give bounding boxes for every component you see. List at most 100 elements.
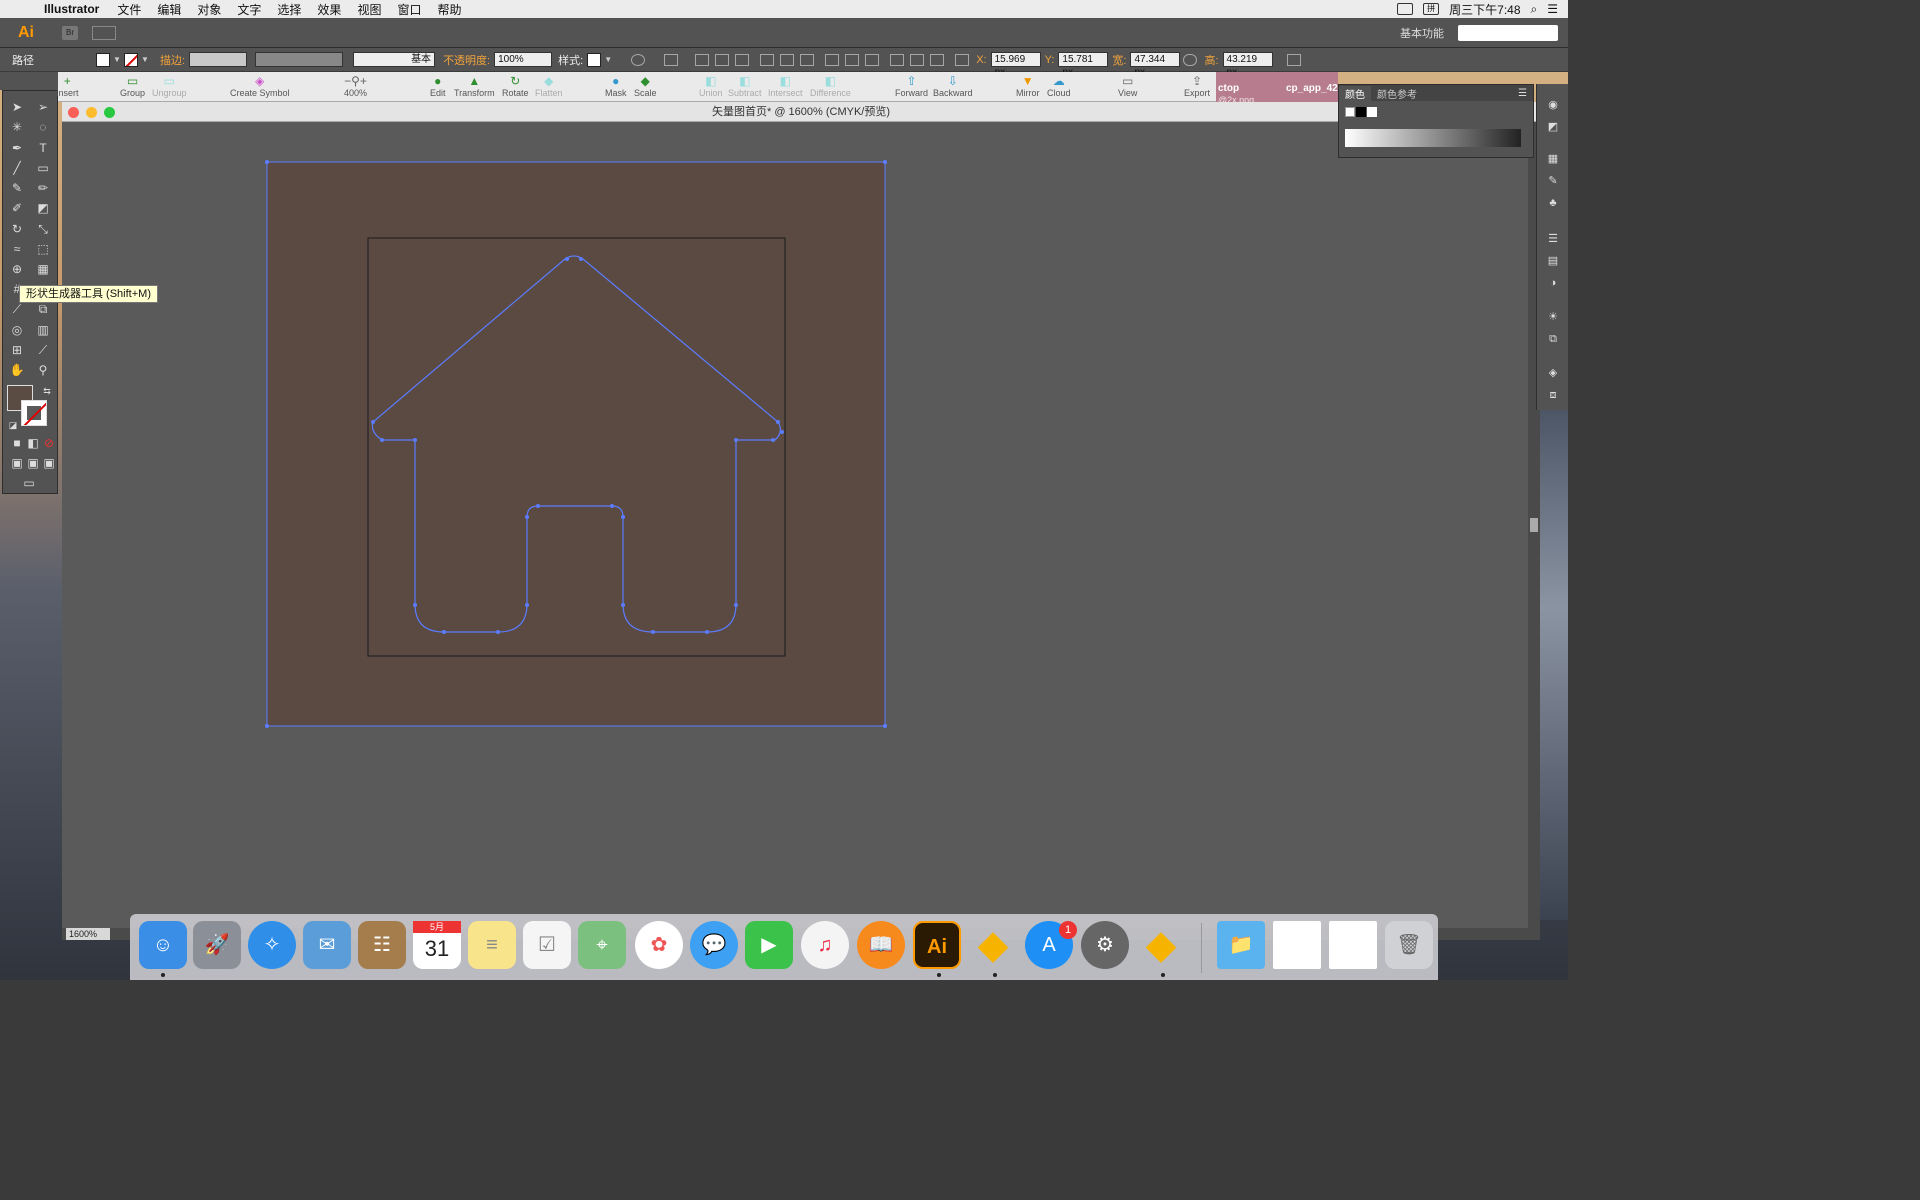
doc-tab-1[interactable]: ctop <box>1218 83 1239 94</box>
constrain-proportions-icon[interactable] <box>1183 53 1198 66</box>
maps-icon[interactable]: ⌖ <box>578 921 626 969</box>
close-window-icon[interactable] <box>68 107 79 118</box>
line-tool-icon[interactable]: ╱ <box>9 160 25 176</box>
rotate-tool-icon[interactable]: ↻ <box>9 221 25 237</box>
artboard-background-shape[interactable] <box>266 161 886 727</box>
perspective-grid-tool-icon[interactable]: ▦ <box>35 261 51 277</box>
arrange-documents-button[interactable] <box>92 25 116 40</box>
input-method-icon[interactable]: 拼 <box>1423 3 1440 15</box>
anchor-point[interactable] <box>734 603 738 607</box>
align-vcenter-icon[interactable] <box>780 53 795 66</box>
anchor-point[interactable] <box>496 630 500 634</box>
stroke-weight-label[interactable]: 描边: <box>160 52 185 68</box>
menu-window[interactable]: 窗口 <box>397 1 421 18</box>
white-swatch[interactable] <box>1367 107 1377 117</box>
reminders-icon[interactable]: ☑ <box>523 921 571 969</box>
graphic-style-swatch[interactable] <box>587 52 602 67</box>
slice-tool-icon[interactable]: ⟋ <box>35 342 51 358</box>
align-top-icon[interactable] <box>760 53 775 66</box>
symbol-sprayer-tool-icon[interactable]: ◎ <box>9 322 25 338</box>
anchor-point[interactable] <box>734 438 738 442</box>
anchor-point[interactable] <box>883 160 887 164</box>
ribbon-scale[interactable]: ◆ Scale <box>634 74 657 98</box>
color-panel-icon[interactable]: ◉ <box>1545 98 1561 112</box>
scale-tool-icon[interactable]: ⤡ <box>35 221 51 237</box>
anchor-point[interactable] <box>776 420 780 424</box>
height-field[interactable]: 43.219 px <box>1222 52 1273 78</box>
distribute-bottom-icon[interactable] <box>865 53 880 66</box>
anchor-point[interactable] <box>780 430 784 434</box>
ribbon-view[interactable]: ▭ View <box>1118 74 1137 98</box>
menu-edit[interactable]: 编辑 <box>157 1 181 18</box>
airplay-icon[interactable] <box>1397 3 1414 15</box>
ribbon-backward[interactable]: ⇩ Backward <box>933 74 973 98</box>
menu-effect[interactable]: 效果 <box>317 1 341 18</box>
fill-dropdown-icon[interactable]: ▼ <box>113 55 121 64</box>
layers-icon[interactable]: ◈ <box>1545 366 1561 380</box>
anchor-point[interactable] <box>705 630 709 634</box>
stroke-swatch[interactable] <box>124 52 138 67</box>
zoom-window-icon[interactable] <box>104 107 115 118</box>
default-fill-stroke-icon[interactable]: ◪ <box>5 417 21 433</box>
align-to-icon[interactable] <box>664 53 679 66</box>
anchor-point[interactable] <box>883 724 887 728</box>
mail-icon[interactable]: ✉ <box>303 921 351 969</box>
shape-builder-tool-icon[interactable]: ⊕ <box>9 261 25 277</box>
messages-icon[interactable]: 💬 <box>690 921 738 969</box>
safari-icon[interactable]: ✧ <box>248 921 296 969</box>
menubar-clock[interactable]: 周三下午7:48 <box>1449 1 1520 18</box>
sketch-icon[interactable]: ◆ <box>969 921 1017 969</box>
variable-width-field[interactable] <box>255 52 344 67</box>
tab-color-guide[interactable]: 颜色参考 <box>1371 86 1423 101</box>
panel-menu-icon[interactable]: ☰ <box>1518 88 1527 99</box>
anchor-point[interactable] <box>621 515 625 519</box>
ribbon-cloud[interactable]: ☁ Cloud <box>1047 74 1071 98</box>
search-input[interactable] <box>1458 24 1558 41</box>
ribbon-intersect[interactable]: ◧ Intersect <box>768 74 803 98</box>
ribbon-forward[interactable]: ⇧ Forward <box>895 74 928 98</box>
ribbon-ungroup[interactable]: ▭ Ungroup <box>152 74 187 98</box>
swap-fill-stroke-icon[interactable]: ⇆ <box>39 383 55 399</box>
reference-point-icon[interactable] <box>955 53 970 66</box>
transparency-icon[interactable]: ◑ <box>1545 276 1561 290</box>
stroke-color-box[interactable] <box>21 400 47 426</box>
eraser-tool-icon[interactable]: ◩ <box>35 200 51 216</box>
illustrator-dock-icon[interactable]: Ai <box>913 921 961 969</box>
bridge-button[interactable]: Br <box>62 25 78 40</box>
opacity-label[interactable]: 不透明度: <box>443 52 490 68</box>
ribbon-transform[interactable]: ▲ Transform <box>454 74 495 98</box>
canvas-area[interactable] <box>62 122 1528 928</box>
anchor-point[interactable] <box>265 160 269 164</box>
width-tool-icon[interactable]: ≈ <box>9 241 25 257</box>
menu-file[interactable]: 文件 <box>117 1 141 18</box>
blob-brush-tool-icon[interactable]: ✐ <box>9 200 25 216</box>
ribbon-flatten[interactable]: ◆ Flatten <box>535 74 563 98</box>
sketch-icon-2[interactable]: ◆ <box>1137 921 1185 969</box>
brushes-icon[interactable]: ✎ <box>1545 174 1561 188</box>
doc-tab-2[interactable]: cp_app_42 <box>1286 83 1338 94</box>
contacts-icon[interactable]: ☷ <box>358 921 406 969</box>
minimize-window-icon[interactable] <box>86 107 97 118</box>
menu-view[interactable]: 视图 <box>357 1 381 18</box>
zoom-level-field[interactable]: 1600% <box>66 928 110 940</box>
align-bottom-icon[interactable] <box>800 53 815 66</box>
ibooks-icon[interactable]: 📖 <box>857 921 905 969</box>
ribbon-rotate[interactable]: ↻ Rotate <box>502 74 529 98</box>
draw-inside-icon[interactable]: ▣ <box>41 455 57 471</box>
artboards-icon[interactable]: ⧈ <box>1545 388 1561 402</box>
vertical-scroll-thumb[interactable] <box>1530 518 1538 532</box>
blend-tool-icon[interactable]: ⧉ <box>35 301 51 317</box>
menu-type[interactable]: 文字 <box>237 1 261 18</box>
lasso-tool-icon[interactable]: ◌ <box>35 119 51 135</box>
ribbon-union[interactable]: ◧ Union <box>699 74 723 98</box>
workspace-switcher[interactable]: 基本功能 <box>1400 25 1444 41</box>
menu-help[interactable]: 帮助 <box>437 1 461 18</box>
anchor-point[interactable] <box>371 420 375 424</box>
ribbon-zoom[interactable]: −⚲+ 400% <box>344 74 367 98</box>
align-right-icon[interactable] <box>735 53 750 66</box>
spotlight-icon[interactable]: ⌕ <box>1531 2 1538 17</box>
toolbar-collapse-bar[interactable] <box>0 72 60 90</box>
screen-mode-icon[interactable]: ▭ <box>21 475 37 491</box>
y-field[interactable]: 15.781 px <box>1058 52 1109 78</box>
black-swatch[interactable] <box>1356 107 1366 117</box>
